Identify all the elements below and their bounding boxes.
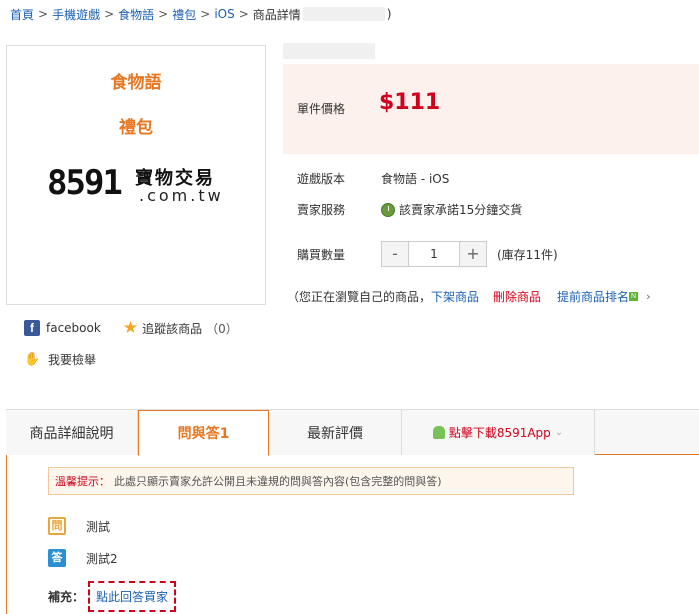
star-icon[interactable]: ★ <box>123 318 138 338</box>
seller-service-value: 該賣家承諾15分鐘交貨 <box>399 203 523 217</box>
breadcrumb-separator: > <box>238 7 249 21</box>
breadcrumb-current: 商品詳情 <box>252 7 301 22</box>
qa-content: 溫馨提示： 此處只顯示賣家允許公開且未違規的問與答內容(包含完整的問與答) 問 … <box>6 455 699 614</box>
site-logo: 8591 寶物交易 .com.tw <box>47 164 247 206</box>
answer-icon: 答 <box>48 549 66 567</box>
breadcrumb-platform[interactable]: iOS <box>214 7 234 21</box>
seller-service-label: 賣家服務 <box>297 203 346 217</box>
owner-actions: （您正在瀏覽自己的商品， 下架商品 刪除商品 提前商品排名 N › <box>287 288 650 305</box>
tab-reviews[interactable]: 最新評價 <box>269 410 402 455</box>
promote-ranking-link[interactable]: 提前商品排名 <box>557 288 629 305</box>
price-box: 單件價格 $111 <box>283 64 699 154</box>
game-version-row: 遊戲版本 食物語 - iOS <box>297 170 449 187</box>
new-badge: N <box>629 292 639 301</box>
game-version-value: 食物語 - iOS <box>381 172 450 186</box>
chevron-down-icon: ⌄ <box>554 427 564 438</box>
logo-domain: .com.tw <box>139 186 224 205</box>
delete-link[interactable]: 刪除商品 <box>493 288 541 305</box>
tip-text: 此處只顯示賣家允許公開且未違規的問與答內容(包含完整的問與答) <box>114 475 442 488</box>
answer-text: 測試2 <box>86 551 118 566</box>
tab-download-app[interactable]: 點擊下載8591App ⌄ <box>402 410 595 455</box>
breadcrumb-separator: > <box>104 7 115 21</box>
report-link[interactable]: 我要檢舉 <box>48 351 96 368</box>
logo-digits-text: 8591 <box>47 163 123 203</box>
breadcrumb-game[interactable]: 食物語 <box>118 6 154 23</box>
tab-qa[interactable]: 問與答1 <box>138 410 269 456</box>
take-down-link[interactable]: 下架商品 <box>431 288 479 305</box>
supplement-label: 補充： <box>48 590 85 604</box>
breadcrumb-close-paren: ) <box>386 7 392 21</box>
chevron-right-icon: › <box>646 290 651 303</box>
logo-digits: 8591 <box>47 163 123 203</box>
breadcrumb-home[interactable]: 首頁 <box>10 6 34 23</box>
download-app-label: 點擊下載8591App <box>448 426 551 440</box>
price-label: 單件價格 <box>297 102 346 116</box>
tip-label: 溫馨提示： <box>55 475 110 488</box>
breadcrumb-separator: > <box>38 7 49 21</box>
game-version-label: 遊戲版本 <box>297 172 346 186</box>
share-bar: f facebook ★ 追蹤該商品 （0） <box>24 318 238 338</box>
redacted-product-title <box>283 43 375 59</box>
quantity-decrease-button[interactable]: - <box>382 242 408 266</box>
clock-icon <box>381 202 395 217</box>
track-count: （0） <box>206 321 238 336</box>
breadcrumb-mobile-games[interactable]: 手機遊戲 <box>52 6 100 23</box>
seller-service-row: 賣家服務 該賣家承諾15分鐘交貨 <box>297 201 522 218</box>
question-row: 問 測試 <box>48 517 110 535</box>
product-image: 食物語 禮包 8591 寶物交易 .com.tw <box>6 45 266 305</box>
hand-icon[interactable]: ✋ <box>24 352 40 368</box>
breadcrumb-category[interactable]: 禮包 <box>172 6 196 23</box>
product-image-category: 禮包 <box>119 118 153 138</box>
android-icon <box>432 426 445 439</box>
breadcrumb: 首頁 > 手機遊戲 > 食物語 > 禮包 > iOS > 商品詳情 ) <box>10 5 391 23</box>
price-value: $111 <box>379 90 441 115</box>
quantity-input[interactable]: 1 <box>408 242 460 266</box>
owner-note: （您正在瀏覽自己的商品， <box>287 290 432 304</box>
quantity-label: 購買數量 <box>297 247 346 262</box>
question-text: 測試 <box>86 519 111 534</box>
product-tabs: 商品詳細說明 問與答1 最新評價 點擊下載8591App ⌄ <box>6 409 699 456</box>
question-icon: 問 <box>48 517 66 535</box>
breadcrumb-separator: > <box>158 7 169 21</box>
redacted-title <box>302 7 385 21</box>
facebook-share-link[interactable]: facebook <box>46 321 101 335</box>
tip-box: 溫馨提示： 此處只顯示賣家允許公開且未違規的問與答內容(包含完整的問與答) <box>48 467 574 495</box>
quantity-stepper: - 1 + <box>381 241 487 267</box>
report-bar: ✋ 我要檢舉 <box>24 351 96 368</box>
facebook-icon[interactable]: f <box>24 320 40 336</box>
product-image-game-name: 食物語 <box>110 73 162 93</box>
stock-count: (庫存11件) <box>497 247 558 262</box>
quantity-increase-button[interactable]: + <box>460 242 486 266</box>
supplement-row: 補充： 點此回答買家 <box>48 581 177 612</box>
track-product-link[interactable]: 追蹤該商品 <box>142 320 202 337</box>
tab-description[interactable]: 商品詳細說明 <box>6 410 138 455</box>
reply-buyer-link[interactable]: 點此回答買家 <box>88 581 177 612</box>
breadcrumb-separator: > <box>200 7 211 21</box>
answer-row: 答 測試2 <box>48 549 118 567</box>
quantity-row: 購買數量 - 1 + (庫存11件) <box>297 241 558 267</box>
